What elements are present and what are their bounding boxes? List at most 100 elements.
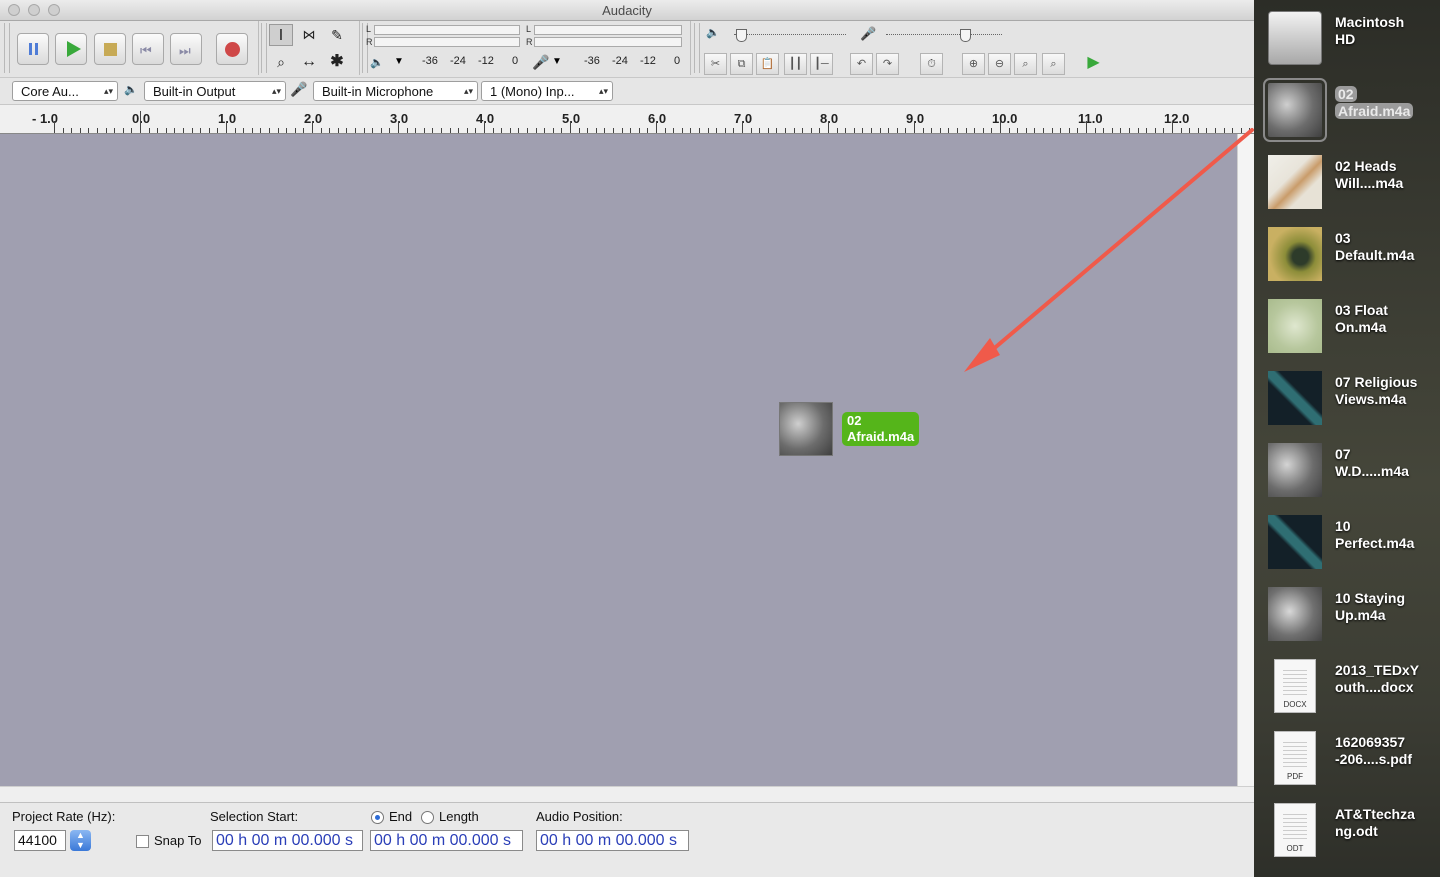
- play-at-speed-button[interactable]: ▶: [1082, 53, 1105, 75]
- zoom-fit-icon: ⌕: [1050, 58, 1057, 70]
- fit-selection-button[interactable]: ⌕: [1014, 53, 1037, 75]
- rec-meter-menu-icon[interactable]: ▼: [552, 56, 562, 67]
- desktop-item-label: AT&Ttechza ng.odt: [1335, 806, 1437, 840]
- snap-to-checkbox[interactable]: [136, 835, 149, 848]
- output-volume-slider[interactable]: [734, 34, 846, 36]
- desktop-item[interactable]: Macintosh HD: [1254, 6, 1440, 78]
- playhead-marker[interactable]: [140, 111, 141, 133]
- audio-position-field[interactable]: 00 h 00 m 00.000 s: [536, 830, 689, 851]
- length-radio[interactable]: [421, 811, 434, 824]
- ruler-tick: [364, 128, 365, 133]
- skip-to-start-button[interactable]: ⏮: [132, 33, 164, 65]
- play-meter-menu-icon[interactable]: ▼: [394, 56, 404, 67]
- skip-to-end-button[interactable]: ⏭: [170, 33, 202, 65]
- ruler-tick: [1009, 128, 1010, 133]
- cut-button[interactable]: ✂: [704, 53, 727, 75]
- desktop-item[interactable]: 07 Religious Views.m4a: [1254, 366, 1440, 438]
- rec-scale-label: -12: [640, 55, 656, 67]
- silence-button[interactable]: ┃─: [810, 53, 833, 75]
- input-device-value: Built-in Microphone: [322, 84, 434, 99]
- audio-host-select[interactable]: Core Au... ▴▾: [12, 81, 118, 101]
- zoom-in-button[interactable]: ⊕: [962, 53, 985, 75]
- project-rate-input[interactable]: 44100: [14, 830, 66, 851]
- transport-toolbar: ⏮ ⏭: [0, 21, 259, 75]
- project-rate-stepper[interactable]: ▲ ▼: [70, 830, 91, 851]
- desktop-item[interactable]: 03 Float On.m4a: [1254, 294, 1440, 366]
- ruler-tick: [278, 128, 279, 133]
- record-button[interactable]: [216, 33, 248, 65]
- input-volume-thumb[interactable]: [960, 29, 971, 42]
- timeline-ruler[interactable]: - 1.0 0.0 1.0 2.0 3.0 4.0 5.0 6.0 7.0 8.0 9.0 10.0 1…: [0, 105, 1254, 134]
- ruler-tick: [905, 128, 906, 133]
- desktop-item[interactable]: DOCX 2013_TEDxY outh....docx: [1254, 654, 1440, 726]
- desktop-item[interactable]: 10 Staying Up.m4a: [1254, 582, 1440, 654]
- draw-tool-icon[interactable]: ✎: [325, 24, 349, 46]
- envelope-tool-icon[interactable]: ⋈: [297, 24, 321, 46]
- ruler-tick: [630, 128, 631, 133]
- toolbar-grip[interactable]: [694, 23, 700, 73]
- ruler-tick: [587, 128, 588, 133]
- copy-button[interactable]: ⧉: [730, 53, 753, 75]
- updown-icon: ▴▾: [598, 86, 608, 96]
- pause-button[interactable]: [17, 33, 49, 65]
- vertical-scrollbar[interactable]: [1237, 134, 1254, 786]
- desktop-item-name-line1: 2013_TEDxY: [1335, 662, 1420, 678]
- rec-meter-left[interactable]: [534, 25, 682, 35]
- selection-tool-icon[interactable]: I: [269, 24, 293, 46]
- ruler-tick: [802, 128, 803, 133]
- play-meter-right[interactable]: [374, 37, 520, 47]
- time-shift-tool-icon[interactable]: ↔: [297, 51, 321, 73]
- horizontal-scrollbar[interactable]: [0, 786, 1254, 802]
- input-channels-select[interactable]: 1 (Mono) Inp... ▴▾: [481, 81, 613, 101]
- desktop-item-name-line2: HD: [1335, 31, 1356, 47]
- end-radio[interactable]: [371, 811, 384, 824]
- stop-button[interactable]: [94, 33, 126, 65]
- play-button[interactable]: [55, 33, 87, 65]
- desktop-item[interactable]: PDF 162069357 -206....s.pdf: [1254, 726, 1440, 798]
- paste-button[interactable]: 📋: [756, 53, 779, 75]
- selection-end-field[interactable]: 00 h 00 m 00.000 s: [370, 830, 523, 851]
- output-device-select[interactable]: Built-in Output ▴▾: [144, 81, 286, 101]
- desktop-item[interactable]: ODT AT&Ttechza ng.odt: [1254, 798, 1440, 870]
- ruler-tick: [467, 128, 468, 133]
- ruler-tick: [596, 128, 597, 133]
- toolbar-grip[interactable]: [4, 23, 10, 73]
- ruler-tick: [991, 128, 992, 133]
- multi-tool-icon[interactable]: ✱: [325, 51, 349, 73]
- zoom-out-icon: ⊖: [994, 58, 1005, 70]
- ruler-tick: [97, 128, 98, 133]
- input-volume-slider[interactable]: [886, 34, 1002, 36]
- album-art-icon: [1263, 78, 1327, 142]
- ruler-tick: [235, 128, 236, 133]
- toolbar-grip[interactable]: [261, 23, 267, 73]
- microphone-icon: 🎤: [290, 81, 308, 97]
- redo-button[interactable]: ↷: [876, 53, 899, 75]
- play-meter-left[interactable]: [374, 25, 520, 35]
- ruler-tick: [441, 128, 442, 133]
- play-meter-left-label: L: [366, 24, 372, 34]
- zoom-out-button[interactable]: ⊖: [988, 53, 1011, 75]
- desktop-item-label: 10 Perfect.m4a: [1335, 518, 1437, 552]
- desktop-item[interactable]: 07 W.D.....m4a: [1254, 438, 1440, 510]
- album-art-icon: [1268, 587, 1322, 641]
- zoom-tool-icon[interactable]: ⌕: [269, 51, 293, 73]
- rec-meter-right[interactable]: [534, 37, 682, 47]
- input-device-select[interactable]: Built-in Microphone ▴▾: [313, 81, 478, 101]
- trim-button[interactable]: ┃┃: [784, 53, 807, 75]
- desktop-item-name-line2: Default.m4a: [1335, 247, 1415, 263]
- snap-to-label: Snap To: [154, 833, 202, 848]
- track-area[interactable]: [0, 134, 1237, 786]
- desktop-item[interactable]: 02 Heads Will....m4a: [1254, 150, 1440, 222]
- ruler-tick: [768, 128, 769, 133]
- fit-project-button[interactable]: ⌕: [1042, 53, 1065, 75]
- desktop-item[interactable]: 02 Afraid.m4a: [1254, 78, 1440, 150]
- ruler-tick: [923, 128, 924, 133]
- sync-lock-button[interactable]: ⏱: [920, 53, 943, 75]
- ruler-tick: [1172, 121, 1173, 133]
- rec-meter-left-label: L: [526, 24, 532, 34]
- desktop-item[interactable]: 03 Default.m4a: [1254, 222, 1440, 294]
- selection-start-field[interactable]: 00 h 00 m 00.000 s: [212, 830, 363, 851]
- desktop-item[interactable]: 10 Perfect.m4a: [1254, 510, 1440, 582]
- undo-button[interactable]: ↶: [850, 53, 873, 75]
- output-volume-thumb[interactable]: [736, 29, 747, 42]
